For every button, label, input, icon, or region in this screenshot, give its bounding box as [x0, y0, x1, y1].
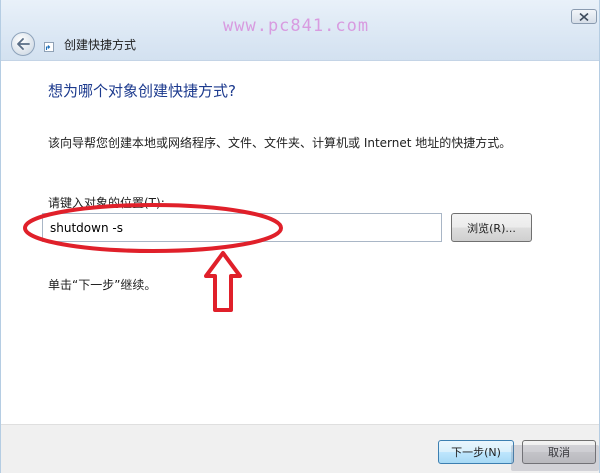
- wizard-title: 创建快捷方式: [64, 38, 137, 52]
- continue-hint: 单击“下一步”继续。: [48, 278, 157, 292]
- corner-watermark: [511, 445, 599, 471]
- close-button[interactable]: [571, 9, 597, 24]
- close-icon: [579, 12, 589, 21]
- back-button[interactable]: [11, 32, 35, 56]
- back-arrow-icon: [17, 38, 30, 50]
- annotation-ellipse: [23, 203, 283, 253]
- create-shortcut-window: 创建快捷方式 www.pc841.com 想为哪个对象创建快捷方式? 该向导帮您…: [0, 0, 600, 473]
- page-heading: 想为哪个对象创建快捷方式?: [48, 82, 236, 100]
- wizard-description: 该向导帮您创建本地或网络程序、文件、文件夹、计算机或 Internet 地址的快…: [48, 136, 512, 150]
- browse-button[interactable]: 浏览(R)...: [451, 213, 532, 242]
- title-bar: 创建快捷方式 www.pc841.com: [1, 0, 599, 61]
- shortcut-icon: [44, 42, 54, 52]
- up-arrow-icon: [204, 251, 242, 312]
- site-watermark: www.pc841.com: [223, 16, 370, 36]
- next-button[interactable]: 下一步(N): [438, 440, 514, 464]
